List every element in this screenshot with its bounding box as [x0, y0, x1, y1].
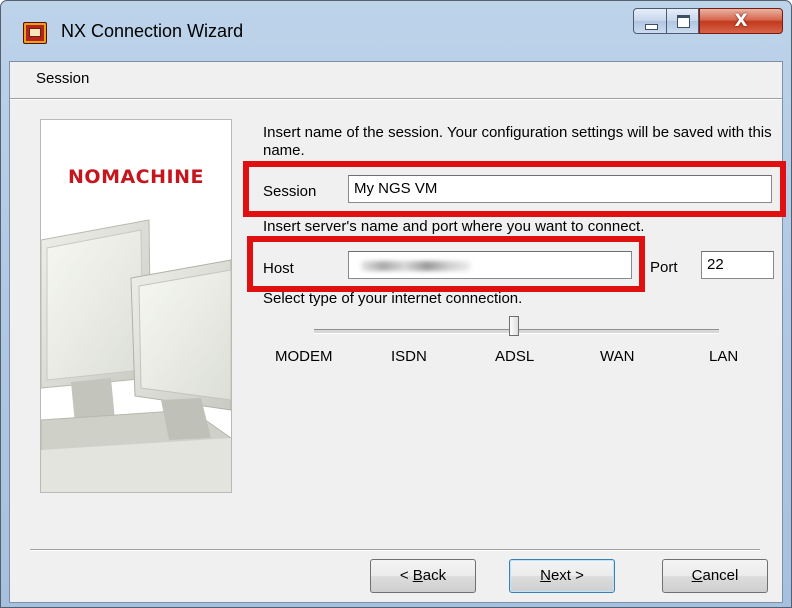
back-accel: B [412, 567, 423, 584]
close-icon: X [734, 11, 748, 31]
slider-label-adsl: ADSL [495, 348, 535, 365]
footer-divider [30, 549, 760, 551]
session-label: Session [263, 183, 317, 200]
cancel-accel: C [691, 567, 703, 584]
nomachine-logo: NOMACHINE [68, 166, 204, 188]
cancel-button[interactable]: Cancel [662, 559, 768, 593]
host-label: Host [263, 260, 294, 277]
back-button[interactable]: < Back [370, 559, 476, 593]
nx-app-icon [23, 22, 47, 44]
wizard-client-area: Session NOMACHINE Insert name of the ses… [9, 61, 786, 603]
connection-slider-thumb[interactable] [509, 316, 519, 336]
connection-instruction: Select type of your internet connection. [263, 290, 523, 307]
back-label: ack [422, 567, 447, 584]
minimize-button[interactable] [633, 8, 667, 34]
slider-label-modem: MODEM [275, 348, 333, 365]
wizard-window: NX Connection Wizard X Session NOMACHINE… [0, 0, 792, 608]
next-button[interactable]: Next > [509, 559, 615, 593]
slider-label-isdn: ISDN [391, 348, 427, 365]
next-label: ext > [550, 567, 584, 584]
wizard-header: Session [10, 62, 782, 100]
close-button[interactable]: X [699, 8, 783, 34]
slider-label-wan: WAN [600, 348, 635, 365]
session-instruction: Insert name of the session. Your configu… [263, 124, 772, 159]
window-title: NX Connection Wizard [61, 21, 244, 41]
port-input[interactable]: 22 [701, 251, 774, 279]
cancel-label: ancel [702, 567, 739, 584]
nomachine-illustration: NOMACHINE [40, 119, 232, 493]
slider-label-lan: LAN [709, 348, 739, 365]
title-bar[interactable]: NX Connection Wizard X [1, 1, 791, 61]
back-arrow: < [399, 567, 413, 584]
port-label: Port [650, 259, 678, 276]
maximize-button[interactable] [666, 8, 699, 34]
section-label: Session [36, 70, 90, 87]
session-name-input[interactable]: My NGS VM [348, 175, 772, 203]
next-accel: N [540, 567, 551, 584]
redacted-host-blur [361, 261, 471, 271]
host-input[interactable] [348, 251, 632, 279]
server-instruction: Insert server's name and port where you … [263, 218, 645, 235]
